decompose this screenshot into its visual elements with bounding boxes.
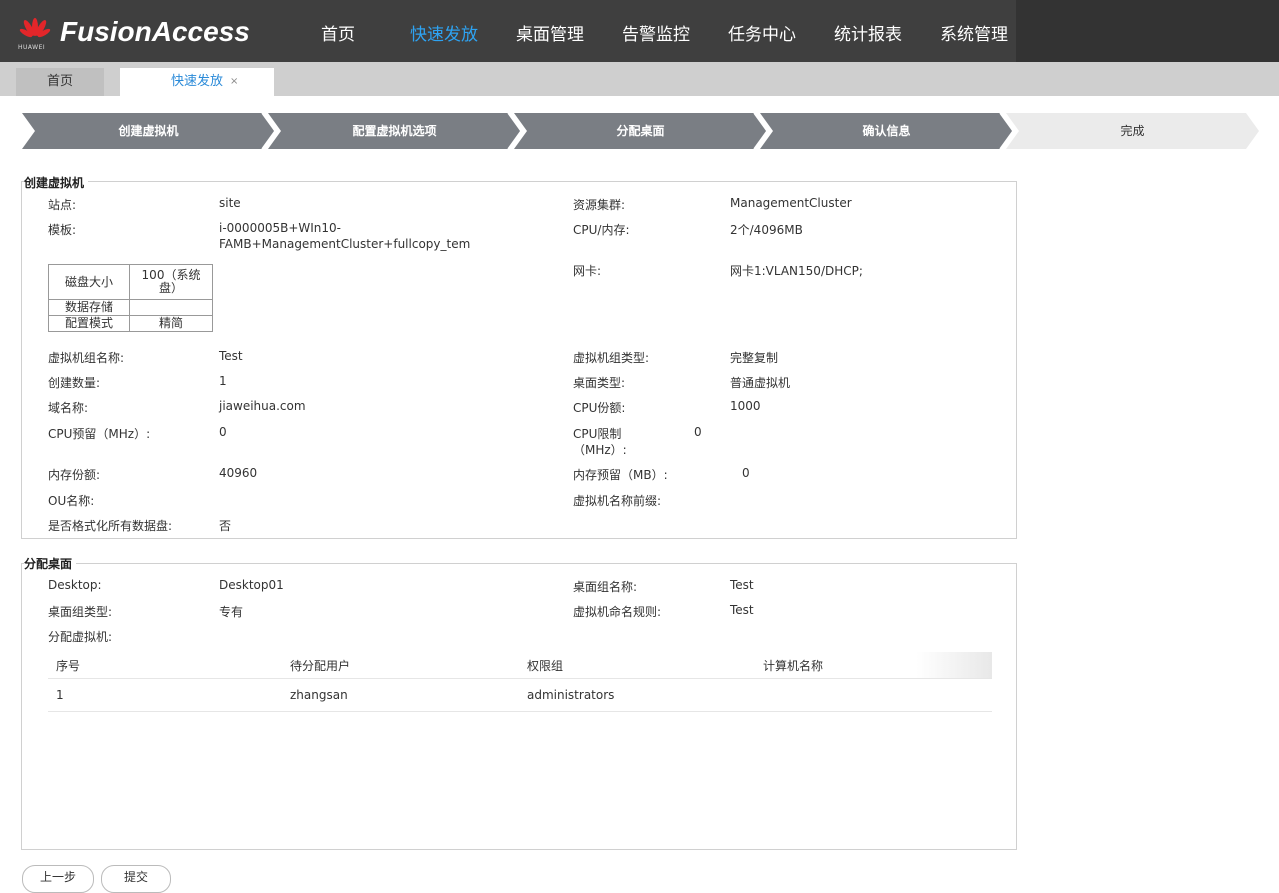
- huawei-flower-icon: [19, 18, 51, 38]
- assign-vm-label: 分配虚拟机:: [48, 630, 113, 644]
- create-count-label: 创建数量:: [48, 376, 101, 390]
- cpu-limit-label-line2: （MHz）:: [573, 443, 627, 457]
- desktop-type-label: 桌面类型:: [573, 376, 626, 390]
- disk-size-row: 磁盘大小 100（系统 盘）: [48, 264, 213, 300]
- wizard-steps: 创建虚拟机 配置虚拟机选项 分配桌面 确认信息 完成: [0, 113, 1279, 149]
- cpu-share-label: CPU份额:: [573, 401, 626, 415]
- desktop-group-name-label: 桌面组名称:: [573, 580, 638, 594]
- memory-reserve-value: 0: [742, 466, 750, 480]
- vm-name-prefix-label: 虚拟机名称前缀:: [573, 494, 662, 508]
- brand-name: FusionAccess: [60, 16, 250, 47]
- previous-step-button[interactable]: 上一步: [22, 865, 94, 893]
- step-finish: 完成: [1120, 124, 1145, 138]
- nav-home[interactable]: 首页: [321, 20, 355, 45]
- domain-label: 域名称:: [48, 401, 89, 415]
- create-vm-panel: [21, 181, 1017, 539]
- vm-group-name-label: 虚拟机组名称:: [48, 351, 125, 365]
- cpu-reserve-value: 0: [219, 425, 227, 439]
- data-storage-label: 数据存储: [48, 299, 130, 316]
- close-icon[interactable]: ×: [230, 68, 238, 96]
- column-header-index[interactable]: 序号: [56, 657, 80, 674]
- format-disks-label: 是否格式化所有数据盘:: [48, 519, 173, 533]
- step-confirm-info: 确认信息: [862, 124, 911, 138]
- cell-index: 1: [56, 688, 64, 702]
- disk-size-value: 100（系统 盘）: [129, 264, 213, 300]
- nav-statistics-reports[interactable]: 统计报表: [834, 20, 902, 45]
- cluster-value: ManagementCluster: [730, 196, 852, 210]
- create-vm-section-title: 创建虚拟机: [24, 174, 89, 191]
- desktop-group-type-label: 桌面组类型:: [48, 605, 113, 619]
- tab-home[interactable]: 首页: [16, 68, 104, 96]
- assign-desktop-section-title: 分配桌面: [24, 555, 77, 572]
- tab-quick-provision[interactable]: 快速发放 ×: [120, 68, 274, 96]
- nav-alarm-monitoring[interactable]: 告警监控: [622, 20, 690, 45]
- desktop-group-name-value: Test: [730, 578, 754, 592]
- nic-value: 网卡1:VLAN150/DHCP;: [730, 264, 863, 278]
- template-value-line2: FAMB+ManagementCluster+fullcopy_tem: [219, 237, 471, 251]
- step-configure-vm: 配置虚拟机选项: [352, 124, 437, 138]
- vm-group-name-value: Test: [219, 349, 243, 363]
- site-label: 站点:: [48, 198, 77, 212]
- disk-size-value-line2: 盘）: [158, 281, 183, 295]
- cpu-limit-label-line1: CPU限制: [573, 427, 622, 441]
- vendor-label: HUAWEI: [18, 44, 46, 51]
- create-count-value: 1: [219, 374, 227, 388]
- vm-group-type-label: 虚拟机组类型:: [573, 351, 650, 365]
- cpu-memory-value: 2个/4096MB: [730, 223, 803, 237]
- step-assign-desktop: 分配桌面: [616, 124, 665, 138]
- nav-desktop-management[interactable]: 桌面管理: [516, 20, 584, 45]
- column-header-permission-group[interactable]: 权限组: [527, 657, 563, 674]
- desktop-label: Desktop:: [48, 578, 102, 592]
- desktop-group-type-value: 专有: [219, 605, 244, 619]
- config-mode-value: 精简: [129, 315, 213, 332]
- nav-task-center[interactable]: 任务中心: [728, 20, 796, 45]
- vm-group-type-value: 完整复制: [730, 351, 779, 365]
- site-value: site: [219, 196, 241, 210]
- format-disks-value: 否: [219, 519, 232, 533]
- data-storage-row: 数据存储: [48, 299, 213, 316]
- config-mode-label: 配置模式: [48, 315, 130, 332]
- step-create-vm: 创建虚拟机: [118, 124, 179, 138]
- submit-button[interactable]: 提交: [101, 865, 171, 893]
- table-row[interactable]: 1 zhangsan administrators: [48, 679, 992, 712]
- cell-user: zhangsan: [290, 688, 348, 702]
- column-header-user[interactable]: 待分配用户: [290, 657, 350, 674]
- config-mode-row: 配置模式 精简: [48, 315, 213, 332]
- domain-value: jiaweihua.com: [219, 399, 306, 413]
- memory-share-value: 40960: [219, 466, 258, 480]
- nav-system-management[interactable]: 系统管理: [940, 20, 1008, 45]
- cluster-label: 资源集群:: [573, 198, 626, 212]
- disk-table: 磁盘大小 100（系统 盘） 数据存储 配置模式 精简: [48, 264, 213, 332]
- vm-naming-rule-label: 虚拟机命名规则:: [573, 605, 662, 619]
- desktop-value: Desktop01: [219, 578, 284, 592]
- top-nav-bar: HUAWEI FusionAccess 首页 快速发放 桌面管理 告警监控 任务…: [0, 0, 1279, 62]
- data-storage-value: [129, 299, 213, 316]
- disk-size-label: 磁盘大小: [48, 264, 130, 300]
- nav-quick-provision[interactable]: 快速发放: [410, 20, 478, 45]
- cpu-limit-value: 0: [694, 425, 702, 439]
- cpu-memory-label: CPU/内存:: [573, 223, 630, 237]
- cpu-share-value: 1000: [730, 399, 761, 413]
- desktop-type-value: 普通虚拟机: [730, 376, 791, 390]
- cpu-reserve-label: CPU预留（MHz）:: [48, 427, 151, 441]
- page-tab-bar: 首页 快速发放 ×: [0, 62, 1279, 96]
- memory-share-label: 内存份额:: [48, 468, 101, 482]
- column-header-computer-name[interactable]: 计算机名称: [763, 657, 823, 674]
- cell-permission-group: administrators: [527, 688, 615, 702]
- nic-label: 网卡:: [573, 264, 602, 278]
- template-value-line1: i-0000005B+WIn10-: [219, 221, 342, 235]
- ou-name-label: OU名称:: [48, 494, 95, 508]
- tab-quick-provision-label: 快速发放: [170, 74, 223, 89]
- template-label: 模板:: [48, 223, 77, 237]
- vm-naming-rule-value: Test: [730, 603, 754, 617]
- memory-reserve-label: 内存预留（MB）:: [573, 468, 668, 482]
- table-header: 序号 待分配用户 权限组 计算机名称: [48, 652, 992, 679]
- top-bar-right-area: [1016, 0, 1279, 62]
